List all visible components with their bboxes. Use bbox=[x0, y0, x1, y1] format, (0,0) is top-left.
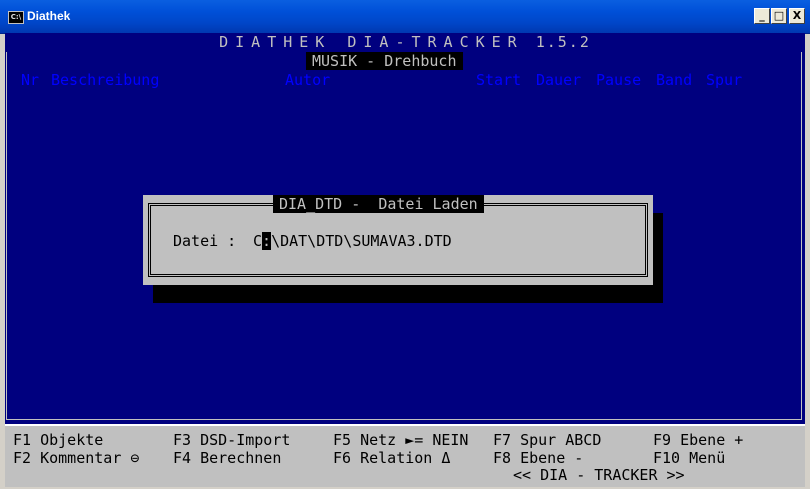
window-titlebar[interactable]: C:\ Diathek _ □ X bbox=[0, 0, 810, 34]
column-dauer: Dauer bbox=[536, 71, 582, 89]
window-title: Diathek bbox=[27, 9, 71, 23]
column-nr: Nr bbox=[21, 71, 40, 89]
file-path-input[interactable]: C:\DAT\DTD\SUMAVA3.DTD bbox=[253, 232, 452, 250]
fkey-f4[interactable]: F4 Berechnen bbox=[173, 449, 281, 467]
status-footer: << DIA - TRACKER >> bbox=[513, 466, 685, 484]
maximize-button[interactable]: □ bbox=[771, 8, 787, 24]
fkey-f1[interactable]: F1 Objekte bbox=[13, 431, 103, 449]
app-version: 1.5.2 bbox=[535, 33, 591, 51]
mode-label: MUSIK - Drehbuch bbox=[306, 52, 463, 70]
fkey-f3[interactable]: F3 DSD-Import bbox=[173, 431, 290, 449]
fkey-f8[interactable]: F8 Ebene - bbox=[493, 449, 583, 467]
function-key-bar: F1 Objekte F2 Kommentar ⊖ F3 DSD-Import … bbox=[5, 424, 805, 487]
column-beschreibung: Beschreibung bbox=[51, 71, 160, 89]
minimize-button[interactable]: _ bbox=[754, 8, 770, 24]
app-name: DIATHEK DIA-TRACKER bbox=[219, 33, 524, 51]
text-cursor: : bbox=[262, 232, 272, 250]
dialog-title: DIA_DTD - Datei Laden bbox=[273, 195, 484, 213]
console-app-icon[interactable]: C:\ bbox=[8, 11, 24, 24]
column-band: Band bbox=[656, 71, 693, 89]
column-autor: Autor bbox=[285, 71, 331, 89]
path-prefix: C bbox=[253, 232, 263, 250]
file-field-label: Datei : bbox=[173, 232, 237, 250]
column-start: Start bbox=[476, 71, 522, 89]
column-pause: Pause bbox=[596, 71, 642, 89]
fkey-f5[interactable]: F5 Netz ►= NEIN bbox=[333, 431, 468, 449]
column-spur: Spur bbox=[706, 71, 743, 89]
close-button[interactable]: X bbox=[789, 8, 805, 24]
file-load-dialog[interactable]: DIA_DTD - Datei Laden Datei : C:\DAT\DTD… bbox=[143, 195, 653, 285]
fkey-f9[interactable]: F9 Ebene + bbox=[653, 431, 743, 449]
fkey-f7[interactable]: F7 Spur ABCD bbox=[493, 431, 601, 449]
path-rest: \DAT\DTD\SUMAVA3.DTD bbox=[271, 232, 452, 250]
fkey-f2[interactable]: F2 Kommentar ⊖ bbox=[13, 449, 139, 467]
fkey-f10[interactable]: F10 Menü bbox=[653, 449, 725, 467]
column-headers: Nr Beschreibung Autor Start Dauer Pause … bbox=[21, 71, 742, 251]
fkey-f6[interactable]: F6 Relation Δ bbox=[333, 449, 450, 467]
app-header: DIATHEK DIA-TRACKER 1.5.2 bbox=[5, 33, 805, 52]
